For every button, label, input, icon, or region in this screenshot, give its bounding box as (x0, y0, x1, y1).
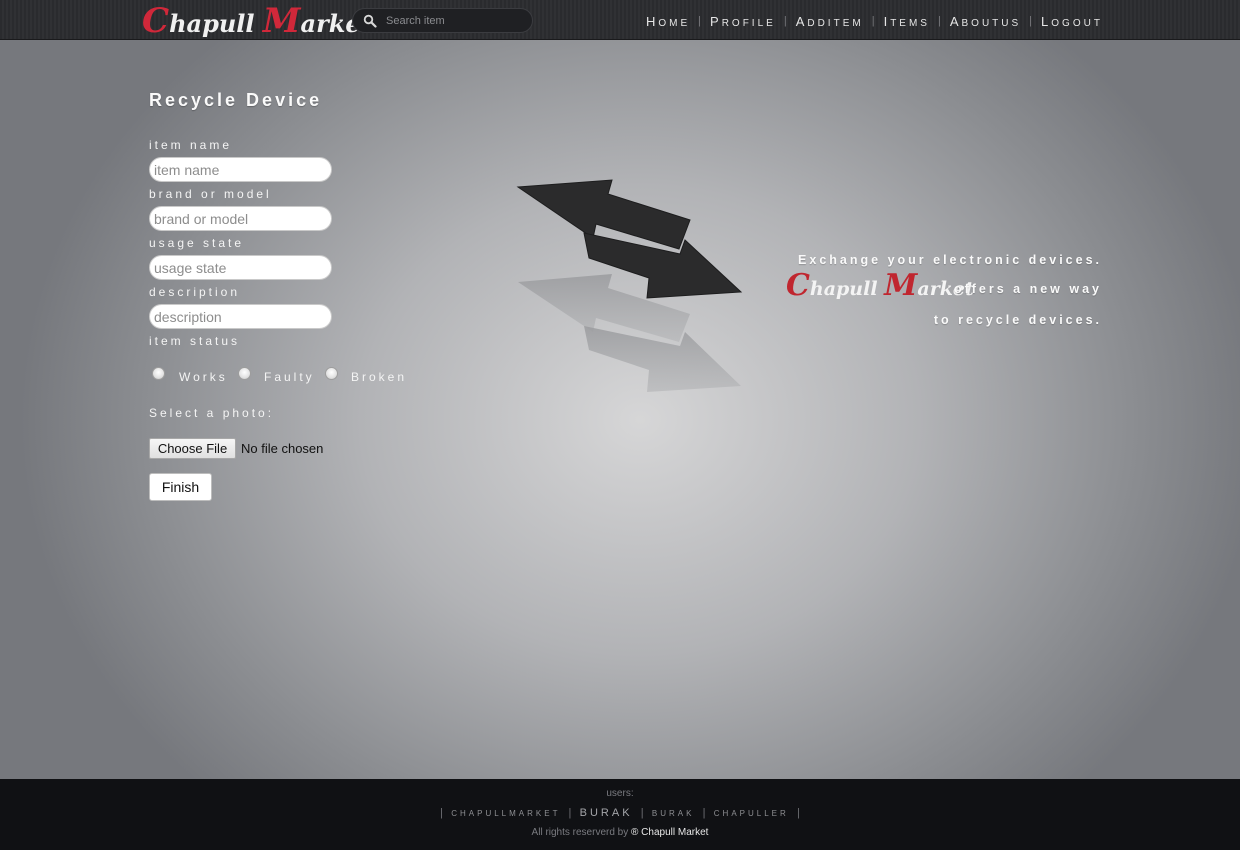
copyright-text: All rights reserverd by (531, 827, 629, 838)
nav-profile[interactable]: Profile (710, 14, 776, 29)
footer-users-label: users: (606, 788, 634, 799)
main-nav: Home | Profile | AddItem | Items | About… (646, 12, 1103, 30)
photo-label: Select a photo: (149, 406, 275, 420)
usage-input[interactable] (149, 255, 332, 280)
footer-separator: | (640, 807, 644, 819)
nav-separator: | (871, 15, 875, 27)
footer-separator: | (702, 807, 706, 819)
description-input[interactable] (149, 304, 332, 329)
footer-user-link[interactable]: burak (652, 809, 695, 818)
nav-separator: | (783, 15, 787, 27)
nav-separator: | (937, 15, 941, 27)
radio-works[interactable] (152, 367, 165, 380)
brand-input[interactable] (149, 206, 332, 231)
nav-items[interactable]: Items (884, 14, 930, 29)
nav-logout[interactable]: Logout (1041, 14, 1103, 29)
promo-logo-text: hapull (809, 278, 885, 300)
search-input[interactable] (386, 12, 526, 30)
item-name-label: item name (149, 138, 233, 152)
nav-separator: | (1029, 15, 1033, 27)
footer-user-link[interactable]: Burak (580, 807, 633, 819)
status-label: item status (149, 334, 241, 348)
promo-logo-letter-c: C (786, 268, 810, 303)
page-title: Recycle Device (149, 90, 323, 110)
nav-separator: | (698, 15, 702, 27)
promo-line-1: Exchange your electronic devices. (798, 253, 1102, 267)
promo-line-2: offers a new way (953, 282, 1102, 296)
promo-logo: Chapull Market (786, 268, 974, 304)
search-box[interactable] (352, 8, 533, 33)
radio-broken[interactable] (325, 367, 338, 380)
top-navbar: Chapull Market Home | Profile | AddItem … (0, 0, 1240, 41)
choose-file-button[interactable]: Choose File (149, 438, 236, 459)
radio-faulty-label: Faulty (264, 370, 315, 384)
finish-button[interactable]: Finish (149, 473, 212, 501)
footer-separator: | (568, 807, 572, 819)
footer: users: | chapullmarket | Burak | burak |… (0, 779, 1240, 850)
footer-user-link[interactable]: chapuller (714, 809, 789, 818)
promo-line-3: to recycle devices. (933, 313, 1102, 327)
description-label: description (149, 285, 241, 299)
exchange-arrows-icon (516, 179, 743, 392)
nav-home[interactable]: Home (646, 14, 690, 29)
radio-faulty[interactable] (238, 367, 251, 380)
file-status-text: No file chosen (241, 441, 324, 456)
footer-user-links: | chapullmarket | Burak | burak | chapul… (0, 807, 1240, 819)
logo-text-part: hapull (169, 9, 263, 38)
radio-works-label: Works (179, 370, 228, 384)
nav-aboutus[interactable]: AboutUs (950, 14, 1021, 29)
usage-label: usage state (149, 236, 245, 250)
copyright-brand: ® Chapull Market (631, 827, 709, 838)
brand-label: brand or model (149, 187, 272, 201)
footer-separator: | (797, 807, 800, 819)
logo-letter-m: M (262, 1, 301, 41)
logo-letter-c: C (142, 1, 170, 41)
item-name-input[interactable] (149, 157, 332, 182)
site-logo[interactable]: Chapull Market (142, 1, 372, 41)
footer-user-link[interactable]: chapullmarket (451, 809, 560, 818)
search-icon[interactable] (363, 14, 377, 28)
footer-copyright: All rights reserverd by ® Chapull Market (0, 827, 1240, 838)
footer-separator: | (440, 807, 443, 819)
promo-logo-letter-m: M (884, 268, 918, 303)
nav-additem[interactable]: AddItem (796, 14, 864, 29)
radio-broken-label: Broken (351, 370, 408, 384)
